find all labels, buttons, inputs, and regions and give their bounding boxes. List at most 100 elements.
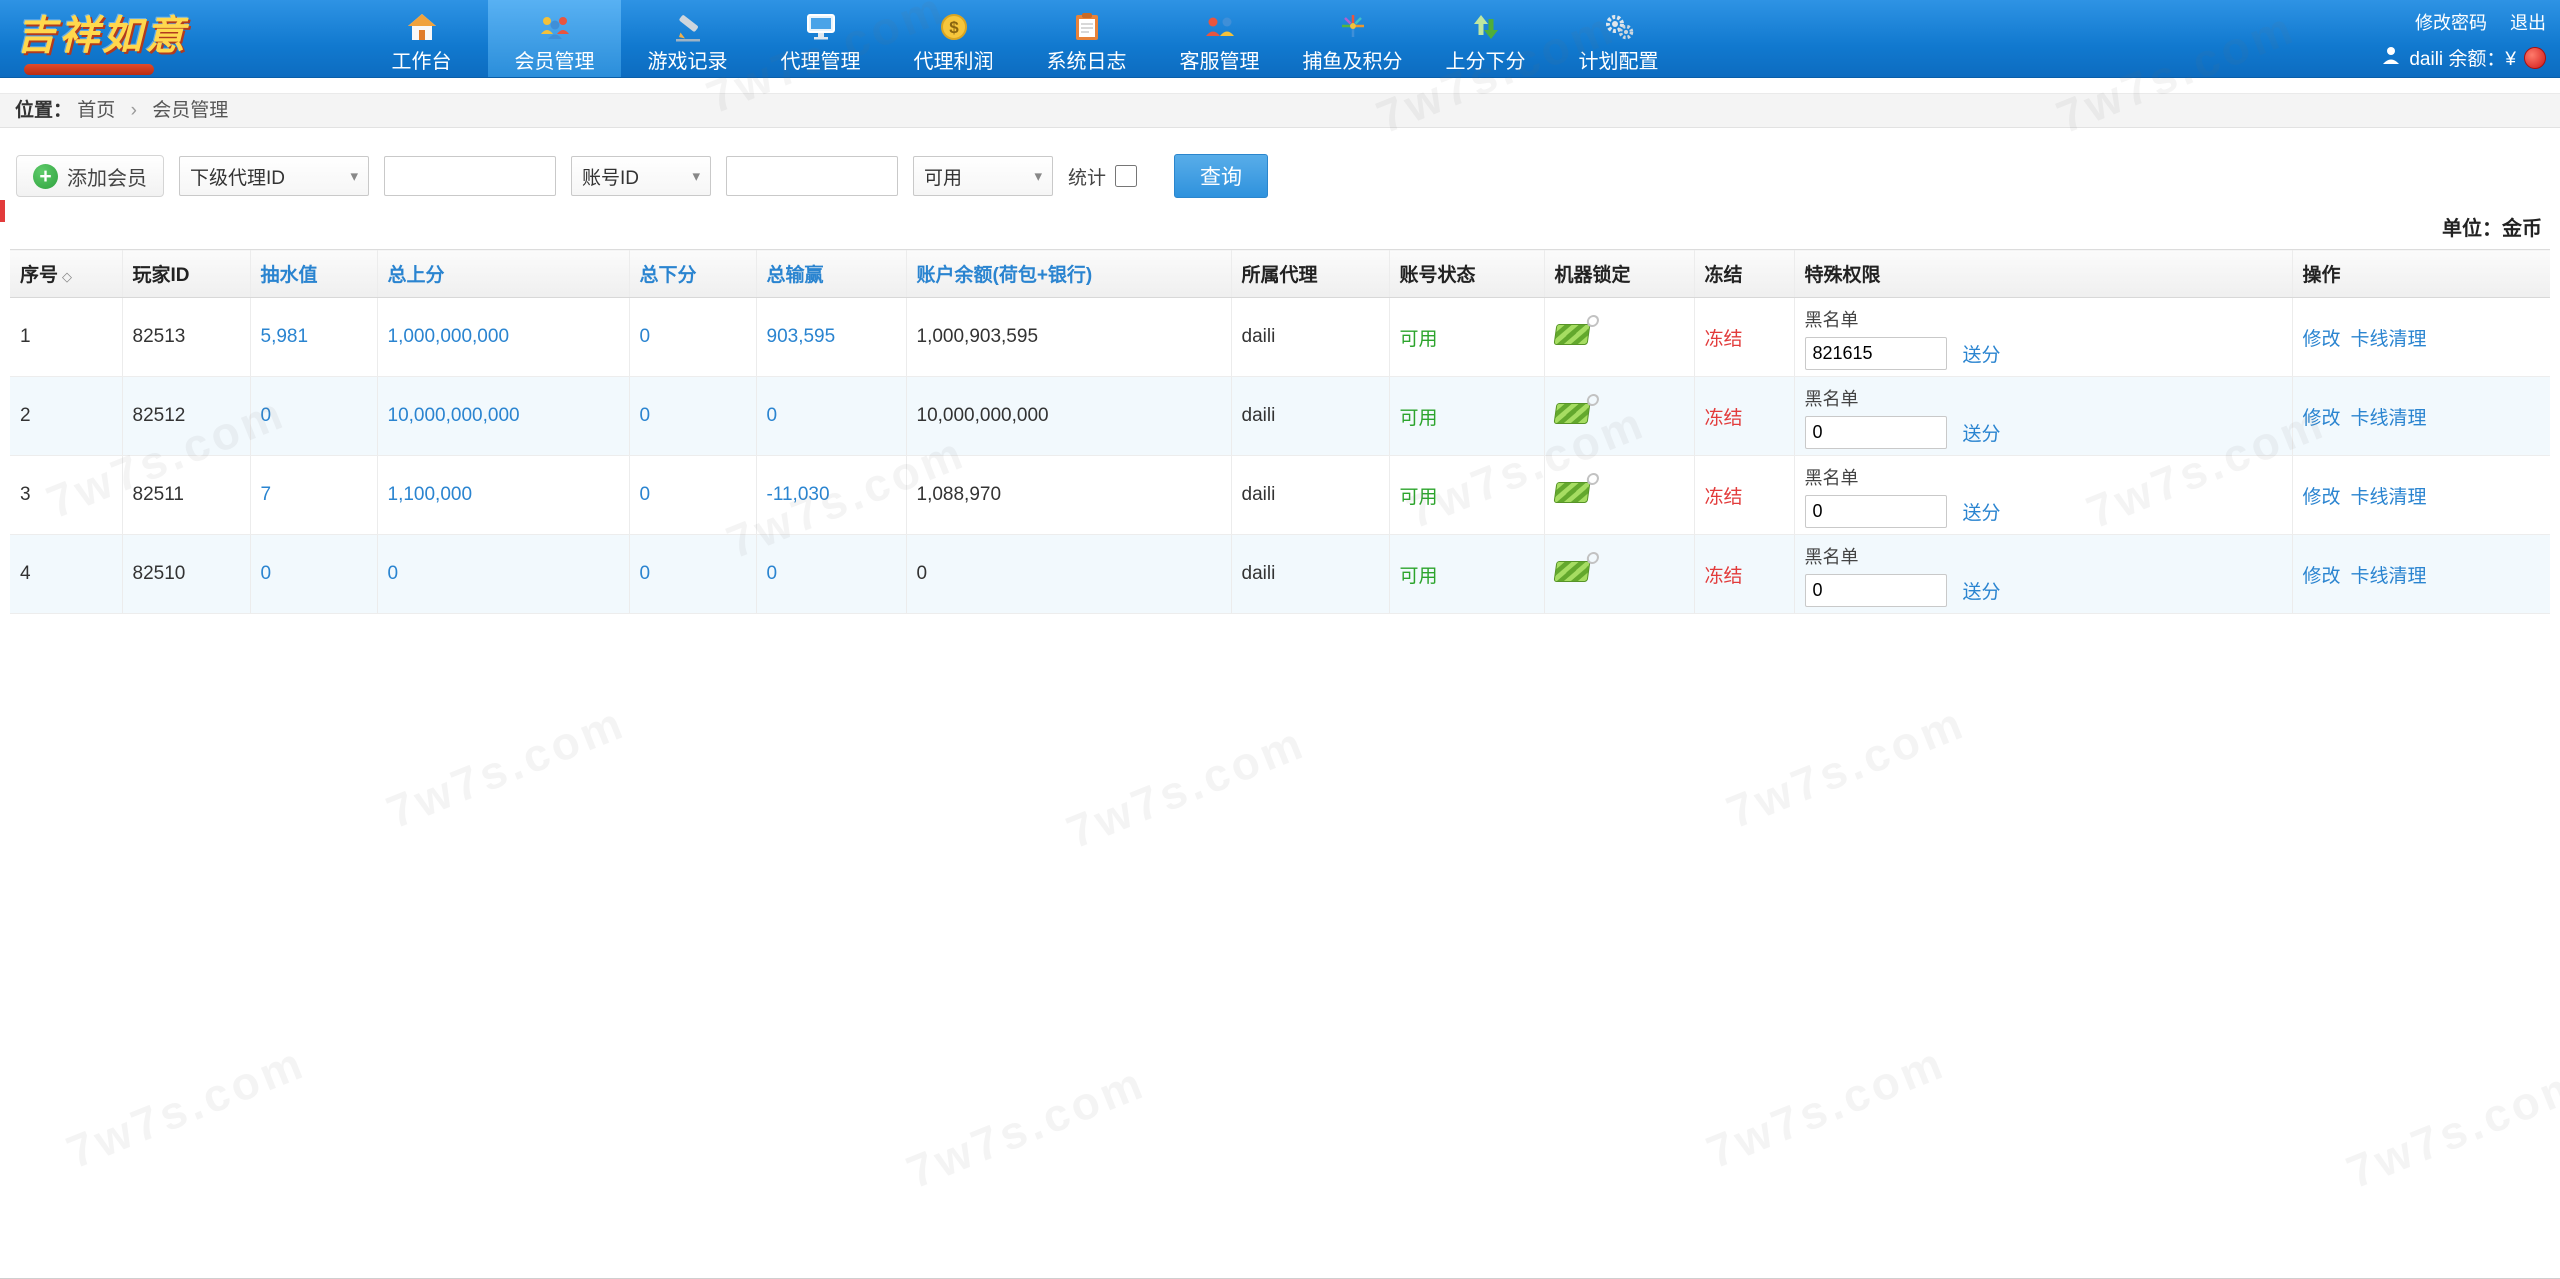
nav-item-plan-config[interactable]: 计划配置: [1552, 0, 1685, 77]
nav-item-score-updown[interactable]: 上分下分: [1419, 0, 1552, 77]
blacklist-input[interactable]: [1804, 574, 1947, 607]
nav-item-system-logs[interactable]: 系统日志: [1020, 0, 1153, 77]
clear-line-link[interactable]: 卡线清理: [2351, 482, 2427, 509]
col-balance[interactable]: 账户余额(荷包+银行): [905, 249, 1231, 298]
nav-item-workbench[interactable]: 工作台: [355, 0, 488, 77]
clear-line-link[interactable]: 卡线清理: [2351, 561, 2427, 588]
rake-link[interactable]: 0: [261, 563, 272, 584]
status-badge: 可用: [1399, 328, 1438, 350]
machine-lock-icon[interactable]: [1553, 472, 1600, 503]
watermark: 7w7s.com: [1059, 715, 1313, 859]
cell-balance: 1,088,970: [905, 455, 1231, 535]
add-member-button[interactable]: + 添加会员: [16, 155, 164, 197]
agent-id-input[interactable]: [384, 156, 556, 196]
nav-item-fishing-points[interactable]: 捕鱼及积分: [1286, 0, 1419, 77]
nav-item-agent-profit[interactable]: $ 代理利润: [887, 0, 1020, 77]
arrows-updown-icon: [1419, 9, 1552, 45]
machine-lock-icon[interactable]: [1553, 551, 1600, 582]
blacklist-input[interactable]: [1804, 495, 1947, 528]
win-loss-link[interactable]: -11,030: [767, 484, 830, 505]
cell-player-id: 82513: [121, 297, 250, 377]
nav-label: 游戏记录: [647, 51, 728, 73]
edit-link[interactable]: 修改: [2303, 403, 2341, 430]
navbar-right: 修改密码 退出 daili 余额：¥: [2381, 9, 2546, 71]
breadcrumb-prefix: 位置：: [15, 100, 73, 121]
table-row: 2 82512 0 10,000,000,000 0 0 10,000,000,…: [10, 376, 2550, 456]
rake-link[interactable]: 5,981: [261, 326, 309, 347]
freeze-link[interactable]: 冻结: [1705, 408, 1743, 429]
freeze-link[interactable]: 冻结: [1705, 487, 1743, 508]
total-up-link[interactable]: 1,000,000,000: [388, 326, 510, 347]
account-id-select[interactable]: 账号ID ▾: [571, 156, 711, 196]
edit-link[interactable]: 修改: [2303, 561, 2341, 588]
freeze-link[interactable]: 冻结: [1705, 329, 1743, 350]
user-balance-text: daili 余额：¥: [2409, 49, 2516, 70]
total-up-link[interactable]: 0: [388, 563, 399, 584]
cell-agent: daili: [1230, 297, 1389, 377]
nav-item-game-records[interactable]: 游戏记录: [621, 0, 754, 77]
total-down-link[interactable]: 0: [640, 563, 651, 584]
status-select[interactable]: 可用 ▾: [913, 156, 1053, 196]
blacklist-label: 黑名单: [1804, 389, 1859, 409]
logo-ribbon: [24, 63, 154, 75]
blacklist-label: 黑名单: [1804, 310, 1859, 330]
change-password-link[interactable]: 修改密码: [2415, 13, 2487, 33]
logout-link[interactable]: 退出: [2510, 13, 2546, 33]
col-total-up[interactable]: 总上分: [376, 249, 629, 298]
chevron-down-icon: ▾: [350, 168, 358, 185]
win-loss-link[interactable]: 0: [767, 563, 778, 584]
machine-lock-icon[interactable]: [1553, 314, 1600, 345]
nav-label: 代理利润: [913, 51, 994, 73]
status-badge: 可用: [1399, 565, 1438, 587]
nav-label: 代理管理: [780, 51, 861, 73]
plus-icon: +: [33, 163, 58, 189]
nav-label: 系统日志: [1046, 51, 1127, 73]
col-index[interactable]: 序号 ◇: [10, 249, 122, 298]
account-id-input[interactable]: [726, 156, 898, 196]
table-row: 3 82511 7 1,100,000 0 -11,030 1,088,970 …: [10, 455, 2550, 535]
col-win-loss[interactable]: 总输赢: [755, 249, 906, 298]
blacklist-input[interactable]: [1804, 416, 1947, 449]
cell-index: 2: [10, 376, 122, 456]
clear-line-link[interactable]: 卡线清理: [2351, 324, 2427, 351]
breadcrumb-home-link[interactable]: 首页: [77, 100, 115, 121]
total-down-link[interactable]: 0: [640, 484, 651, 505]
col-total-down[interactable]: 总下分: [628, 249, 756, 298]
win-loss-link[interactable]: 0: [767, 405, 778, 426]
rake-link[interactable]: 7: [261, 484, 272, 505]
lock-ring-icon: [1585, 551, 1600, 564]
cell-player-id: 82512: [121, 376, 250, 456]
win-loss-link[interactable]: 903,595: [767, 326, 836, 347]
send-score-link[interactable]: 送分: [1963, 340, 2001, 367]
total-down-link[interactable]: 0: [640, 326, 651, 347]
agent-id-select[interactable]: 下级代理ID ▾: [179, 156, 369, 196]
rake-link[interactable]: 0: [261, 405, 272, 426]
search-button[interactable]: 查询: [1174, 154, 1269, 198]
stat-checkbox[interactable]: [1115, 165, 1138, 187]
balance-badge-icon[interactable]: [2524, 46, 2546, 69]
members-icon: [488, 9, 621, 45]
total-down-link[interactable]: 0: [640, 405, 651, 426]
blacklist-input[interactable]: [1804, 337, 1947, 370]
send-score-link[interactable]: 送分: [1963, 498, 2001, 525]
freeze-link[interactable]: 冻结: [1705, 566, 1743, 587]
machine-lock-icon[interactable]: [1553, 393, 1600, 424]
home-icon: [355, 9, 488, 45]
nav-item-members[interactable]: 会员管理: [488, 0, 621, 77]
send-score-link[interactable]: 送分: [1963, 419, 2001, 446]
cell-balance: 1,000,903,595: [905, 297, 1231, 377]
clear-line-link[interactable]: 卡线清理: [2351, 403, 2427, 430]
nav-item-agent-manage[interactable]: 代理管理: [754, 0, 887, 77]
lock-ring-icon: [1585, 472, 1600, 485]
total-up-link[interactable]: 10,000,000,000: [388, 405, 520, 426]
col-rake[interactable]: 抽水值: [249, 249, 377, 298]
cell-index: 3: [10, 455, 122, 535]
watermark: 7w7s.com: [2339, 1055, 2560, 1199]
total-up-link[interactable]: 1,100,000: [388, 484, 473, 505]
edit-link[interactable]: 修改: [2303, 482, 2341, 509]
send-score-link[interactable]: 送分: [1963, 577, 2001, 604]
status-select-value: 可用: [924, 167, 963, 189]
nav-item-customer-service[interactable]: 客服管理: [1153, 0, 1286, 77]
edit-link[interactable]: 修改: [2303, 324, 2341, 351]
col-status: 账号状态: [1388, 249, 1544, 298]
